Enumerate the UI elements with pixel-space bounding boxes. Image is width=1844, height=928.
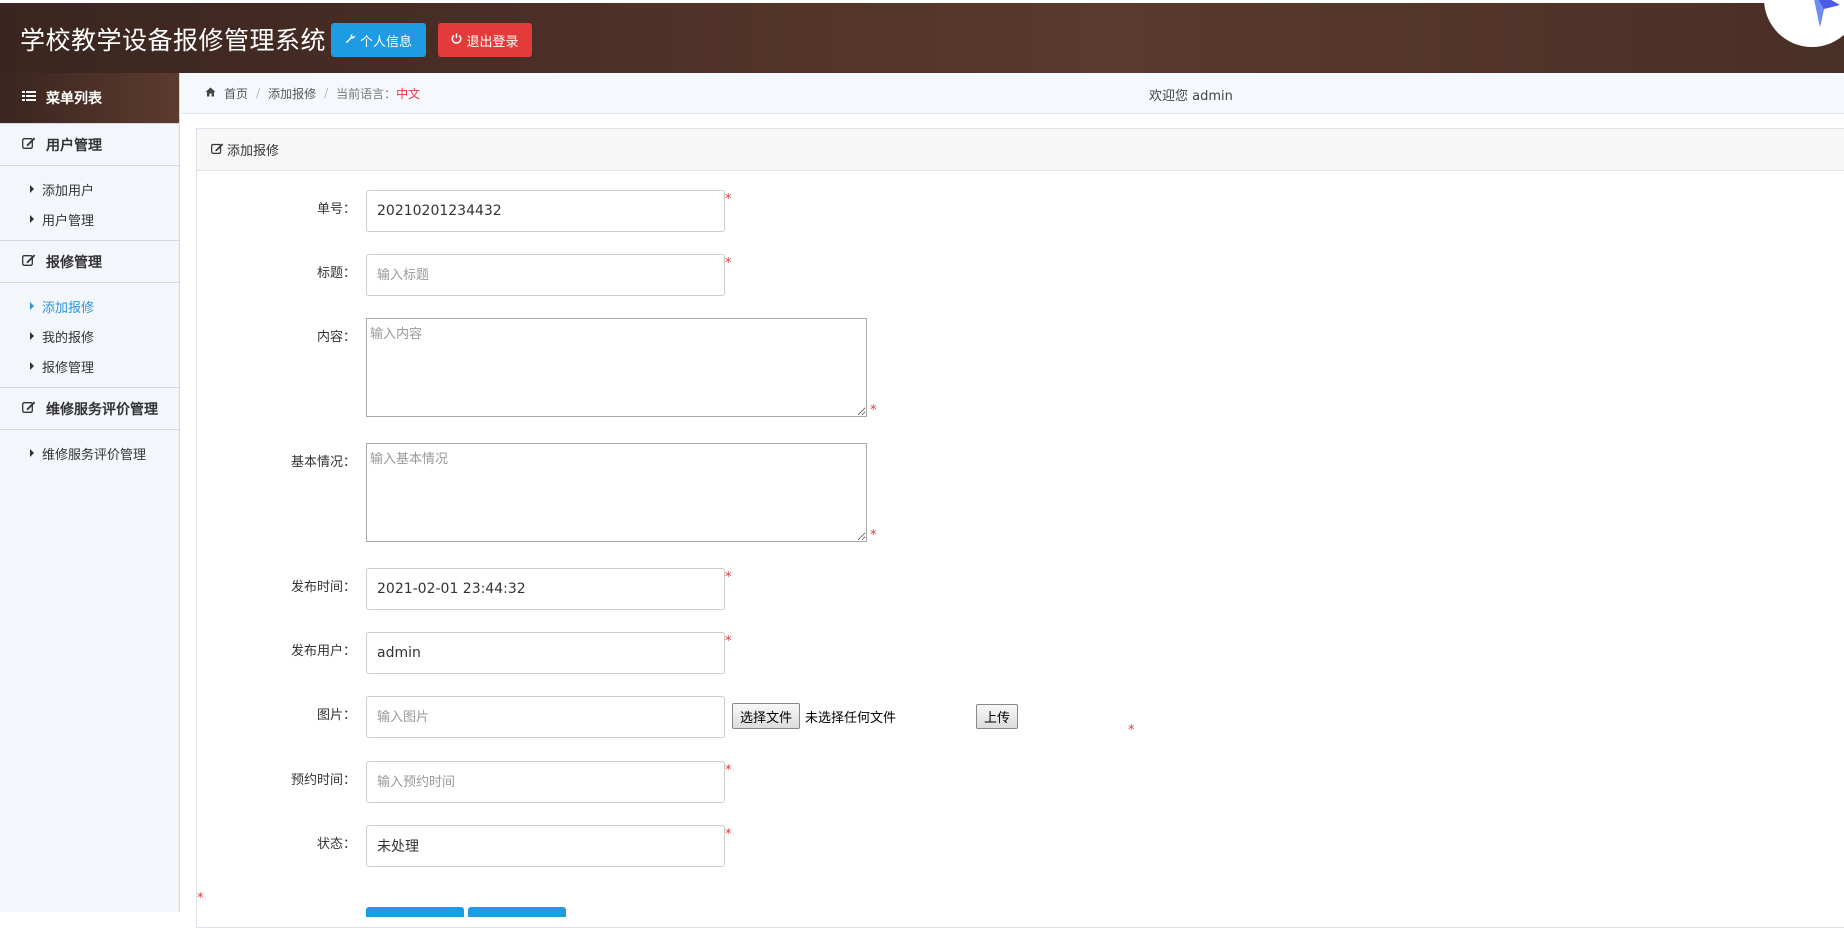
sidebar-heading: 菜单列表 <box>0 73 179 123</box>
publish-user-label: 发布用户： <box>290 644 356 659</box>
image-label: 图片： <box>316 708 356 723</box>
sidebar-item-label: 报修管理 <box>42 360 95 376</box>
required-mark: * <box>725 192 732 207</box>
top-header: 学校教学设备报修管理系统 个人信息 退出登录 <box>0 0 1844 73</box>
sidebar-group-service-evaluation[interactable]: 维修服务评价管理 <box>0 387 179 430</box>
language-label: 当前语言： <box>336 86 397 101</box>
edit-icon <box>211 142 224 158</box>
home-icon <box>205 86 216 100</box>
sidebar-item-label: 添加用户 <box>42 183 95 199</box>
publish-time-input[interactable] <box>366 568 725 610</box>
submit-button[interactable] <box>366 907 464 917</box>
power-icon <box>451 32 462 48</box>
basic-info-textarea[interactable] <box>366 443 867 542</box>
basic-info-label: 基本情况： <box>290 455 356 470</box>
sidebar-group-label: 维修服务评价管理 <box>46 401 158 418</box>
upload-button[interactable]: 上传 <box>976 704 1018 729</box>
sidebar-group-repairs[interactable]: 报修管理 <box>0 240 179 283</box>
required-mark: * <box>725 827 732 842</box>
sidebar-group-label: 用户管理 <box>46 137 102 154</box>
edit-icon <box>22 253 36 270</box>
appointment-time-input[interactable] <box>366 761 725 803</box>
sidebar-item-label: 维修服务评价管理 <box>42 447 147 463</box>
sidebar-item-label: 用户管理 <box>42 213 95 229</box>
sidebar-item-service-evaluation[interactable]: 维修服务评价管理 <box>0 438 179 468</box>
sidebar: 菜单列表 用户管理 添加用户 用户管理 报修管理 添加报修 我的报修 报修管理 … <box>0 73 180 912</box>
profile-button-label: 个人信息 <box>359 34 412 50</box>
sidebar-item-add-repair[interactable]: 添加报修 <box>0 291 179 321</box>
image-input[interactable] <box>366 696 725 738</box>
sidebar-heading-label: 菜单列表 <box>46 91 102 107</box>
breadcrumb-current: 添加报修 <box>268 86 317 101</box>
profile-button[interactable]: 个人信息 <box>331 23 426 57</box>
wrench-icon <box>345 33 356 48</box>
status-input[interactable] <box>366 825 725 867</box>
list-icon <box>22 90 36 106</box>
content-label: 内容： <box>316 330 356 345</box>
sidebar-sublist-repairs: 添加报修 我的报修 报修管理 <box>0 283 179 387</box>
choose-file-button[interactable]: 选择文件 <box>732 703 801 729</box>
sidebar-item-repair-manage[interactable]: 报修管理 <box>0 351 179 381</box>
welcome-text: 欢迎您 admin <box>1149 89 1233 104</box>
sidebar-item-my-repairs[interactable]: 我的报修 <box>0 321 179 351</box>
caret-right-icon <box>30 185 34 193</box>
sidebar-item-label: 添加报修 <box>42 300 95 316</box>
required-mark: * <box>870 403 877 418</box>
sidebar-item-user-manage[interactable]: 用户管理 <box>0 204 179 234</box>
edit-icon <box>22 136 36 153</box>
breadcrumb: 首页 / 添加报修 / 当前语言：中文 <box>205 73 420 113</box>
publish-user-input[interactable] <box>366 632 725 674</box>
caret-right-icon <box>30 215 34 223</box>
status-label: 状态： <box>316 837 356 852</box>
breadcrumb-bar: 首页 / 添加报修 / 当前语言：中文 欢迎您 admin <box>181 73 1844 114</box>
sidebar-item-label: 我的报修 <box>42 330 95 346</box>
panel-title: 添加报修 <box>227 144 280 159</box>
assistant-logo-icon <box>1814 0 1840 27</box>
app-title: 学校教学设备报修管理系统 <box>20 26 327 55</box>
breadcrumb-separator: / <box>256 86 261 100</box>
edit-icon <box>22 400 36 417</box>
logout-button-label: 退出登录 <box>466 34 519 50</box>
caret-right-icon <box>30 362 34 370</box>
language-indicator: 当前语言：中文 <box>336 85 420 102</box>
title-label: 标题： <box>316 266 356 281</box>
required-mark: * <box>870 528 877 543</box>
publish-time-label: 发布时间： <box>290 580 356 595</box>
sidebar-group-users[interactable]: 用户管理 <box>0 123 179 166</box>
required-mark: * <box>1128 723 1135 738</box>
sidebar-sublist-users: 添加用户 用户管理 <box>0 166 179 240</box>
title-input[interactable] <box>366 254 725 296</box>
required-mark: * <box>725 570 732 585</box>
breadcrumb-home-link[interactable]: 首页 <box>224 85 248 102</box>
sidebar-group-label: 报修管理 <box>46 254 102 271</box>
breadcrumb-separator: / <box>324 86 329 100</box>
language-value[interactable]: 中文 <box>396 87 420 101</box>
required-mark: * <box>725 634 732 649</box>
content-textarea[interactable] <box>366 318 867 417</box>
logout-button[interactable]: 退出登录 <box>438 23 532 57</box>
required-mark: * <box>725 256 732 271</box>
required-mark: * <box>725 763 732 778</box>
reset-button[interactable] <box>468 907 566 917</box>
caret-right-icon <box>30 332 34 340</box>
required-mark: * <box>197 891 204 906</box>
panel-header: 添加报修 <box>197 129 1844 171</box>
appointment-time-label: 预约时间： <box>290 773 356 788</box>
caret-right-icon <box>30 302 34 310</box>
order-no-label: 单号： <box>316 202 356 217</box>
assistant-logo[interactable] <box>1764 0 1844 47</box>
sidebar-sublist-service-evaluation: 维修服务评价管理 <box>0 430 179 474</box>
caret-right-icon <box>30 449 34 457</box>
sidebar-item-add-user[interactable]: 添加用户 <box>0 174 179 204</box>
order-no-input[interactable] <box>366 190 725 232</box>
file-status-text: 未选择任何文件 <box>805 711 897 726</box>
